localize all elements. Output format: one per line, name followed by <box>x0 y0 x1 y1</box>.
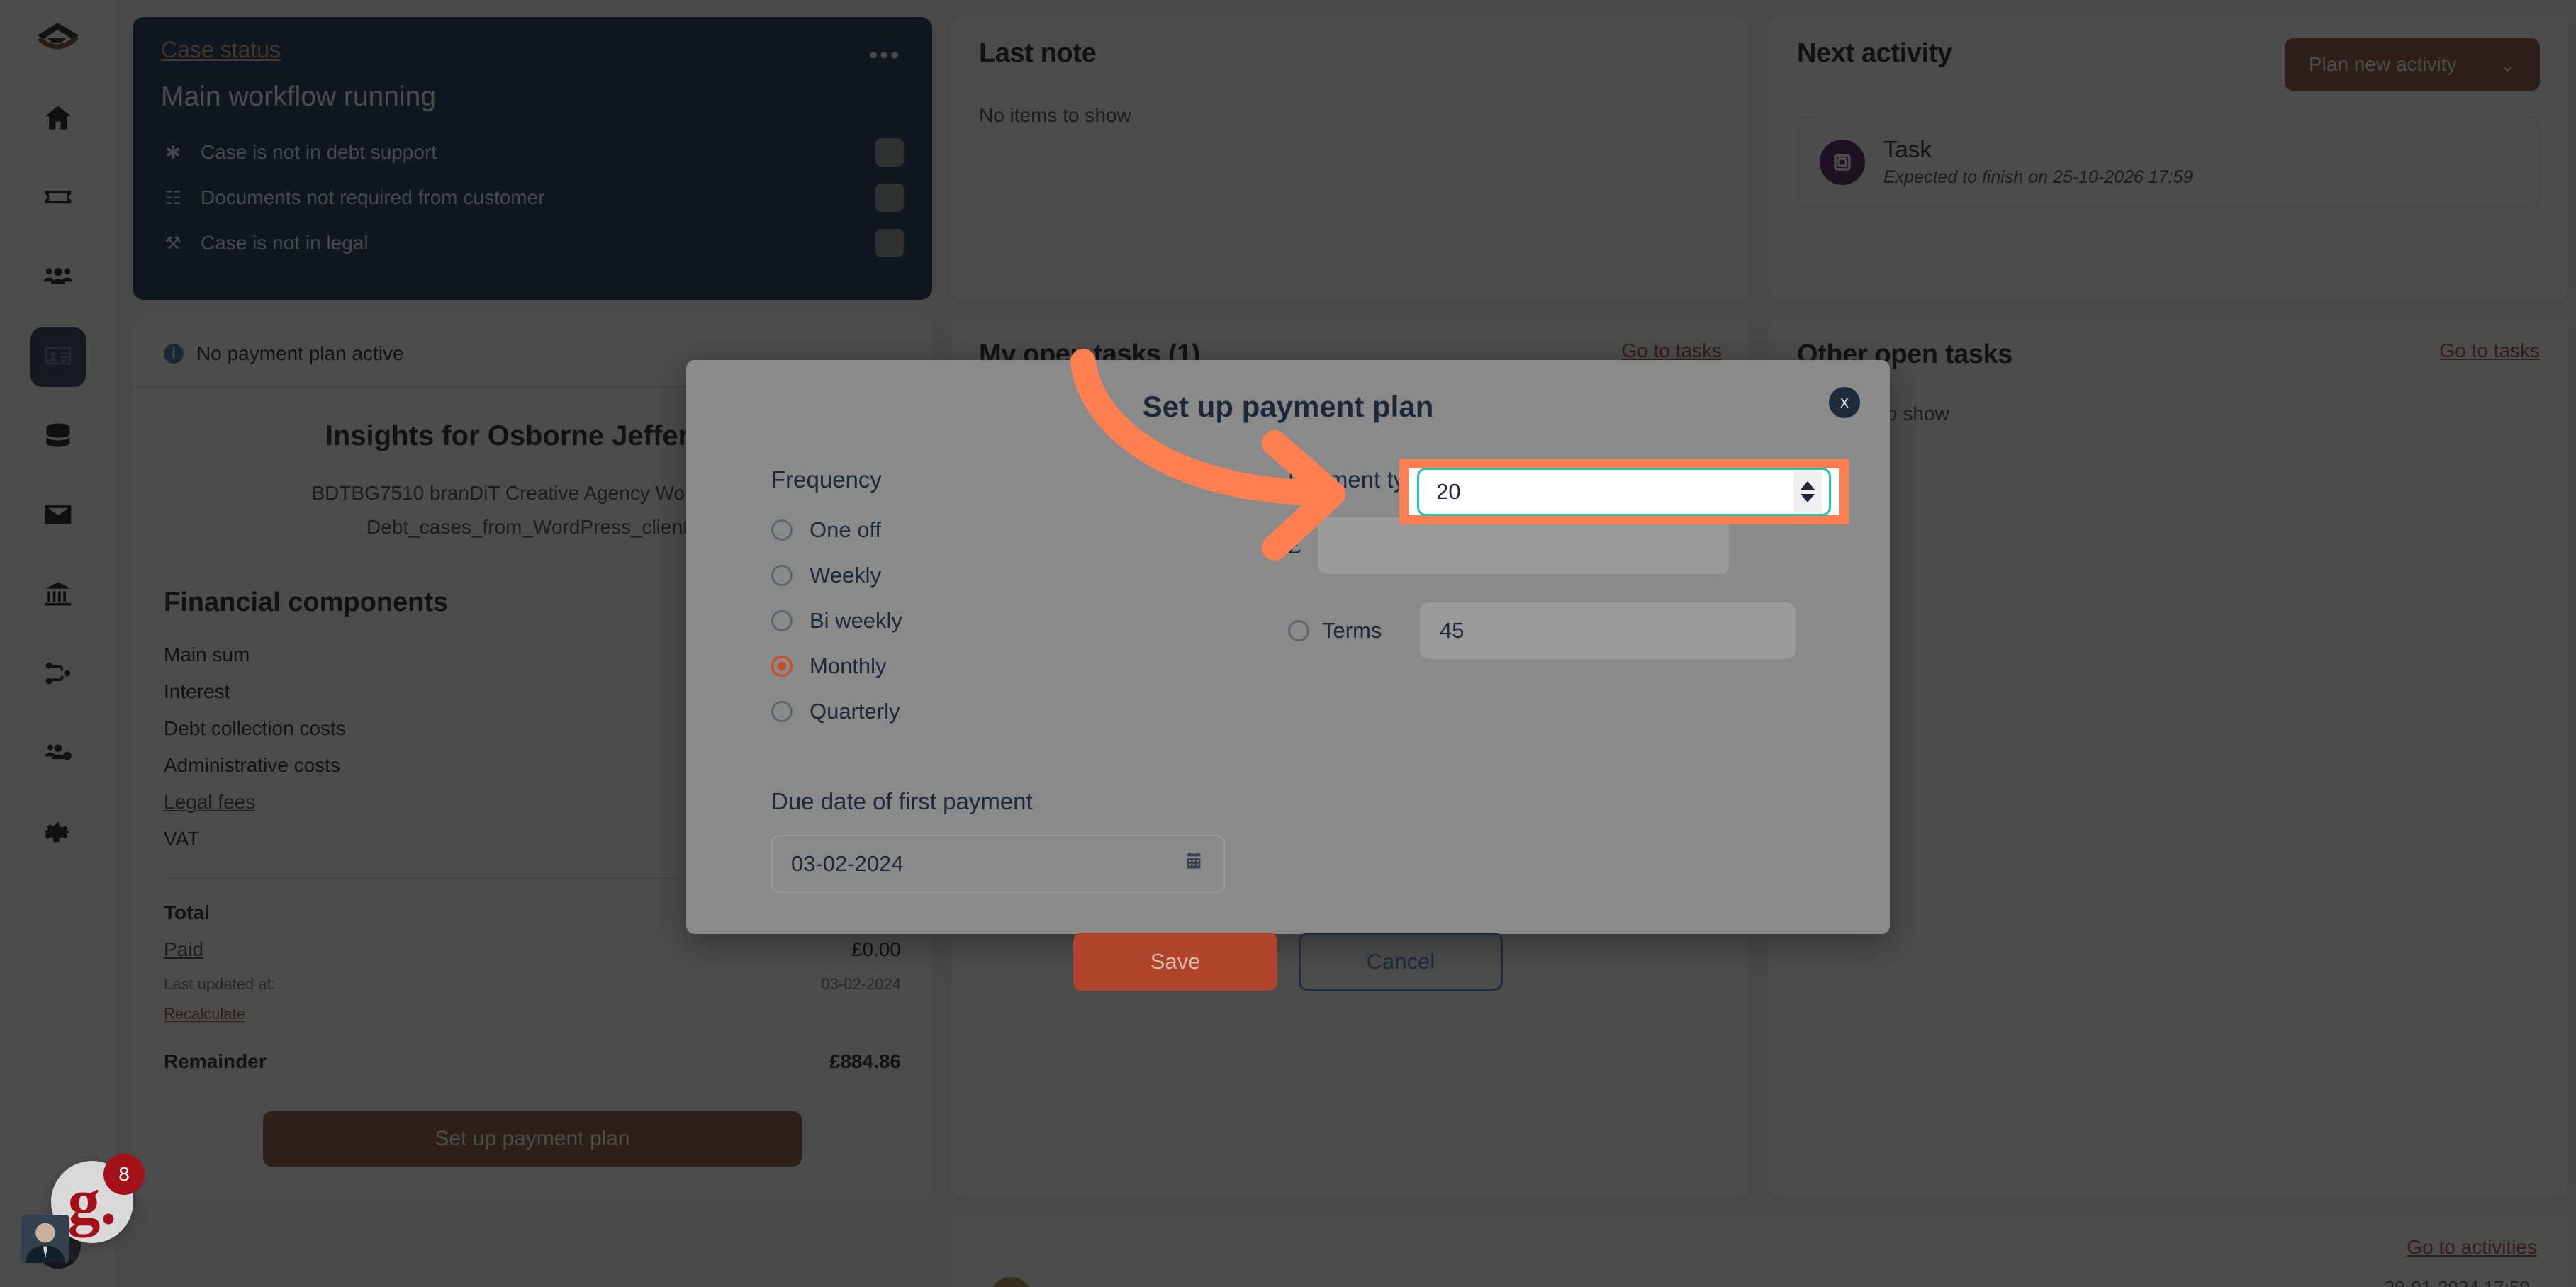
chat-unread-badge: 8 <box>103 1154 145 1195</box>
set-up-payment-plan-modal: Set up payment plan x Frequency One off … <box>686 360 1890 991</box>
number-stepper[interactable] <box>1793 471 1822 513</box>
modal-title: Set up payment plan <box>1142 390 1434 423</box>
frequency-option-label: Bi weekly <box>810 608 902 633</box>
radio-icon-selected[interactable] <box>771 656 793 677</box>
terms-row: Terms 45 <box>1288 602 1805 659</box>
save-button[interactable]: Save <box>1073 933 1277 991</box>
due-date-label: Due date of first payment <box>771 788 1033 814</box>
amount-row: £ <box>1288 517 1805 574</box>
frequency-group: Frequency One off Weekly Bi weekly Month… <box>771 466 1288 893</box>
amount-input[interactable]: 20 <box>1417 468 1831 516</box>
due-date-input[interactable]: 03-02-2024 <box>771 835 1225 893</box>
cancel-button[interactable]: Cancel <box>1299 933 1503 991</box>
terms-input[interactable]: 45 <box>1420 602 1796 659</box>
calendar-icon[interactable] <box>1182 850 1205 878</box>
frequency-option-label: Quarterly <box>810 699 900 724</box>
radio-icon[interactable] <box>771 610 793 631</box>
currency-symbol: £ <box>1288 532 1301 558</box>
due-date-value: 03-02-2024 <box>791 851 904 876</box>
radio-icon[interactable] <box>771 701 793 722</box>
frequency-option-bi-weekly[interactable]: Bi weekly <box>771 608 1288 634</box>
frequency-option-weekly[interactable]: Weekly <box>771 563 1288 588</box>
amount-input-underlay[interactable] <box>1318 517 1729 574</box>
frequency-option-label: Monthly <box>810 653 887 678</box>
frequency-label: Frequency <box>771 466 882 493</box>
terms-value: 45 <box>1440 618 1465 643</box>
frequency-option-one-off[interactable]: One off <box>771 517 1288 543</box>
frequency-option-quarterly[interactable]: Quarterly <box>771 699 1288 724</box>
chat-widget[interactable]: g. 8 <box>21 1154 145 1263</box>
radio-icon[interactable] <box>771 519 793 541</box>
radio-icon[interactable] <box>771 565 793 586</box>
close-icon[interactable]: x <box>1829 387 1860 418</box>
amount-input-highlight: 20 <box>1399 459 1849 524</box>
terms-label: Terms <box>1322 618 1382 643</box>
frequency-option-monthly[interactable]: Monthly <box>771 653 1288 679</box>
chat-agent-avatar <box>21 1215 69 1263</box>
amount-value: 20 <box>1436 479 1461 504</box>
radio-icon[interactable] <box>1288 620 1309 641</box>
stepper-down-icon[interactable] <box>1800 494 1815 502</box>
chat-bubble-button[interactable]: g. 8 <box>21 1154 145 1263</box>
payment-type-group: Payment type £ Terms 45 <box>1288 466 1805 893</box>
stepper-up-icon[interactable] <box>1800 481 1815 490</box>
frequency-option-label: One off <box>810 517 882 542</box>
frequency-option-label: Weekly <box>810 563 882 588</box>
